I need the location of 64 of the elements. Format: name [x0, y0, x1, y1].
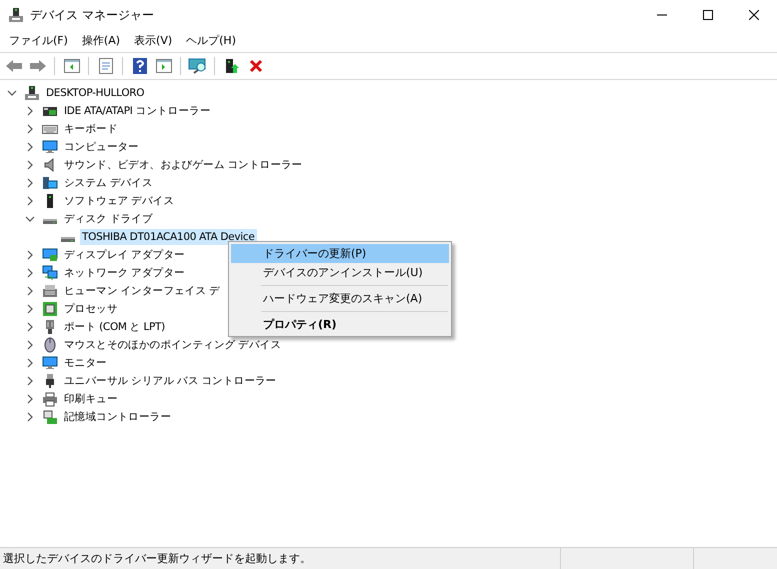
- chevron-right-icon[interactable]: [25, 142, 35, 152]
- chevron-right-icon[interactable]: [25, 340, 35, 350]
- chevron-right-icon[interactable]: [25, 196, 35, 206]
- tree-item[interactable]: TOSHIBA DT01ACA100 ATA Device: [80, 229, 257, 245]
- tree-item[interactable]: サウンド、ビデオ、およびゲーム コントローラー: [62, 157, 304, 173]
- status-text: 選択したデバイスのドライバー更新ウィザードを起動します。: [2, 551, 312, 567]
- monitor-icon: [42, 139, 58, 155]
- monitor-icon: [42, 355, 58, 371]
- tree-item[interactable]: ディスプレイ アダプター: [62, 247, 187, 263]
- printer-icon: [42, 391, 58, 407]
- chevron-right-icon[interactable]: [25, 178, 35, 188]
- chevron-right-icon[interactable]: [25, 268, 35, 278]
- chevron-down-icon[interactable]: [7, 88, 17, 98]
- chevron-right-icon[interactable]: [25, 322, 35, 332]
- tree-item[interactable]: ユニバーサル シリアル バス コントローラー: [62, 373, 278, 389]
- chevron-right-icon[interactable]: [25, 160, 35, 170]
- tree-item[interactable]: マウスとそのほかのポインティング デバイス: [62, 337, 284, 353]
- chevron-right-icon[interactable]: [25, 286, 35, 296]
- tree-item[interactable]: IDE ATA/ATAPI コントローラー: [62, 103, 212, 119]
- computer-icon: [24, 85, 40, 101]
- tree-item[interactable]: 印刷キュー: [62, 391, 120, 407]
- display-adapter-icon: [42, 247, 58, 263]
- menu-item[interactable]: ドライバーの更新(P): [231, 244, 449, 263]
- processor-icon: [42, 301, 58, 317]
- menu-item[interactable]: 操作(A): [74, 31, 128, 51]
- drive-icon: [60, 236, 76, 242]
- menu-item[interactable]: 表示(V): [127, 31, 180, 51]
- menu-item[interactable]: ハードウェア変更のスキャン(A): [231, 289, 449, 308]
- menu-item[interactable]: ヘルプ(H): [179, 31, 243, 51]
- drive-icon: [42, 218, 58, 224]
- app-icon: [8, 7, 24, 23]
- tree-item[interactable]: ソフトウェア デバイス: [62, 193, 176, 209]
- chevron-right-icon[interactable]: [25, 394, 35, 404]
- maximize-icon[interactable]: [703, 10, 713, 20]
- storage-controller-icon: [42, 409, 58, 425]
- tree-item[interactable]: モニター: [62, 355, 109, 371]
- network-icon: [42, 265, 58, 281]
- window-title: デバイス マネージャー: [30, 7, 154, 24]
- tree-item[interactable]: コンピューター: [62, 139, 141, 155]
- chevron-right-icon[interactable]: [25, 376, 35, 386]
- tree-item[interactable]: 記憶域コントローラー: [62, 409, 174, 425]
- chevron-right-icon[interactable]: [25, 124, 35, 134]
- system-icon: [42, 175, 58, 191]
- chevron-right-icon[interactable]: [25, 412, 35, 422]
- chevron-right-icon[interactable]: [25, 304, 35, 314]
- menu-item[interactable]: デバイスのアンインストール(U): [231, 263, 449, 282]
- chevron-right-icon[interactable]: [25, 106, 35, 116]
- chevron-down-icon[interactable]: [25, 214, 35, 224]
- tree-item[interactable]: ネットワーク アダプター: [62, 265, 187, 281]
- tree-item[interactable]: システム デバイス: [62, 175, 155, 191]
- chevron-right-icon[interactable]: [25, 358, 35, 368]
- menu-item[interactable]: プロパティ(R): [231, 315, 449, 334]
- chevron-right-icon[interactable]: [25, 250, 35, 260]
- tree-item[interactable]: プロセッサ: [62, 301, 120, 317]
- tree-item[interactable]: ディスク ドライブ: [62, 211, 155, 227]
- tree-item[interactable]: キーボード: [62, 121, 120, 137]
- mouse-icon: [42, 337, 58, 353]
- tree-item[interactable]: ヒューマン インターフェイス デ: [62, 283, 222, 299]
- close-icon[interactable]: [749, 10, 759, 20]
- tree-item[interactable]: ポート (COM と LPT): [62, 319, 167, 335]
- tree-item[interactable]: DESKTOP-HULLORO: [44, 85, 146, 101]
- menu-item[interactable]: ファイル(F): [2, 31, 75, 51]
- uninstall-icon[interactable]: [248, 59, 262, 73]
- input-device-icon: [42, 283, 58, 299]
